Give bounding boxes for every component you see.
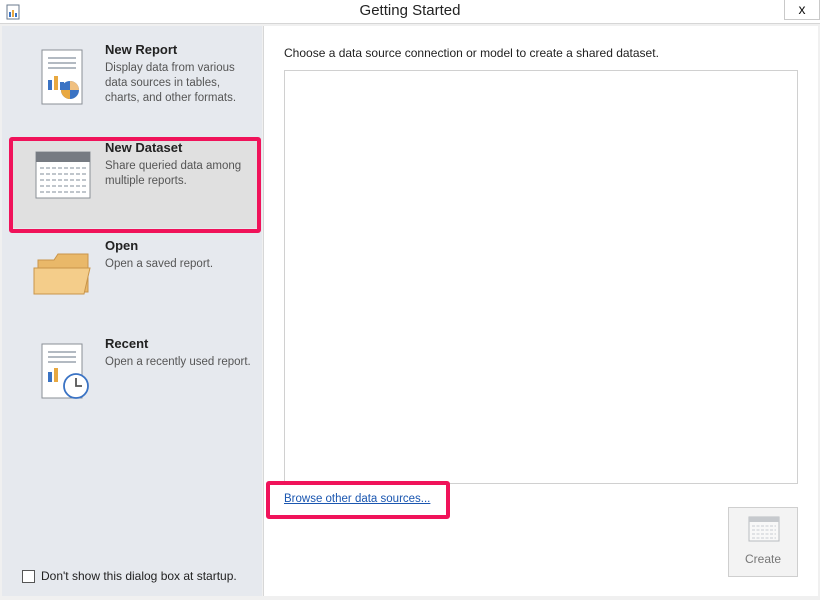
create-button-label: Create: [744, 552, 782, 566]
sidebar-item-label: Open: [105, 238, 139, 253]
sidebar-item-new-report[interactable]: New Report Display data from various dat…: [12, 40, 258, 130]
sidebar-item-label: New Dataset: [105, 140, 183, 155]
startup-checkbox-label: Don't show this dialog box at startup.: [41, 569, 237, 583]
checkbox-box[interactable]: [22, 569, 35, 583]
close-button[interactable]: x: [784, 0, 820, 20]
folder-icon: [33, 253, 91, 295]
sidebar-item-open[interactable]: Open Open a saved report.: [12, 236, 258, 326]
sidebar-item-description: Open a recently used report.: [105, 356, 251, 368]
data-source-list[interactable]: [284, 70, 798, 484]
sidebar: New Report Display data from various dat…: [2, 26, 262, 596]
startup-checkbox[interactable]: Don't show this dialog box at startup.: [22, 569, 237, 583]
instruction-text: Choose a data source connection or model…: [284, 46, 659, 60]
sidebar-item-new-dataset[interactable]: New Dataset Share queried data among mul…: [12, 138, 258, 228]
sidebar-item-description: Share queried data among multiple report…: [105, 160, 242, 187]
sidebar-item-label: New Report: [105, 42, 178, 57]
recent-icon: [41, 343, 89, 399]
sidebar-item-label: Recent: [105, 336, 149, 351]
dataset-icon: [748, 516, 780, 542]
sidebar-item-description: Display data from various data sources i…: [105, 62, 237, 104]
sidebar-item-recent[interactable]: Recent Open a recently used report.: [12, 334, 258, 424]
sidebar-item-description: Open a saved report.: [105, 258, 214, 270]
browse-data-sources-link[interactable]: Browse other data sources...: [284, 493, 430, 505]
dataset-icon: [35, 151, 91, 199]
report-icon: [41, 49, 83, 105]
main-panel: Choose a data source connection or model…: [263, 26, 818, 596]
title-bar: Getting Started x: [0, 0, 820, 24]
create-button[interactable]: Create: [728, 507, 798, 577]
window-title: Getting Started: [359, 2, 461, 19]
